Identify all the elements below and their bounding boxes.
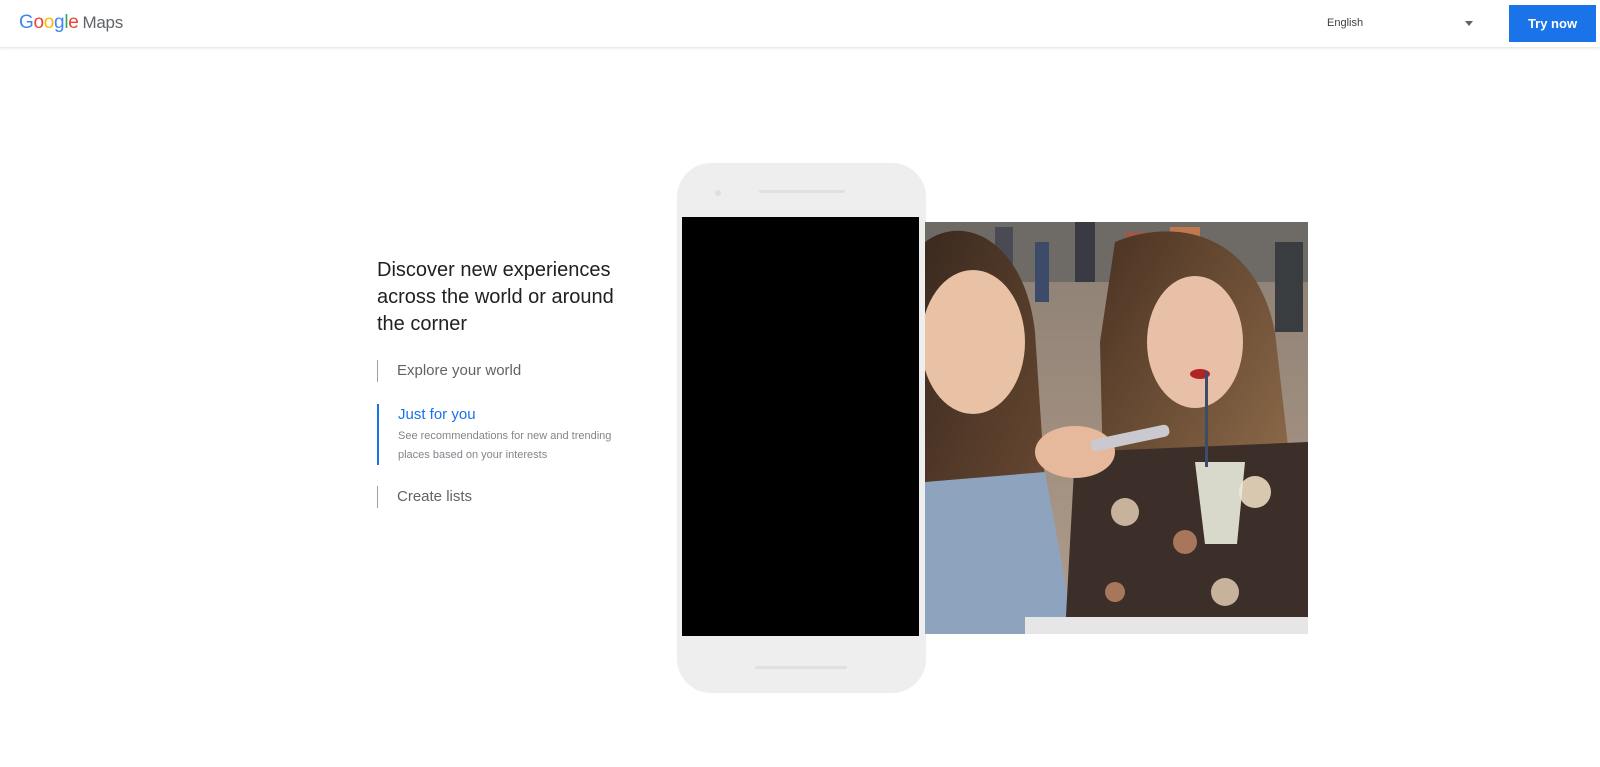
phone-mockup [677,163,926,693]
phone-screen [682,217,919,636]
feature-description: See recommendations for new and trending… [398,430,612,461]
try-now-button[interactable]: Try now [1509,5,1596,42]
phone-camera [715,190,721,196]
phone-home-bar [755,666,847,669]
phone-speaker [759,190,845,193]
google-wordmark: Google [19,12,79,33]
feature-photo [925,222,1308,634]
page-headline: Discover new experiences across the worl… [377,259,614,335]
feature-create-lists[interactable]: Create lists [377,486,472,508]
top-header: Google Maps English Try now [0,0,1600,47]
google-maps-logo[interactable]: Google Maps [19,12,123,36]
feature-explore-your-world[interactable]: Explore your world [377,360,521,382]
feature-just-for-you[interactable]: Just for you See recommendations for new… [377,404,628,465]
feature-title: Just for you [398,406,476,423]
language-select[interactable]: English [1327,10,1477,36]
chevron-down-icon [1465,20,1473,26]
product-name: Maps [82,13,124,32]
feature-title: Explore your world [397,362,522,379]
language-selected-value: English [1327,17,1364,29]
feature-title: Create lists [397,488,473,505]
photo-illustration [925,222,1308,634]
